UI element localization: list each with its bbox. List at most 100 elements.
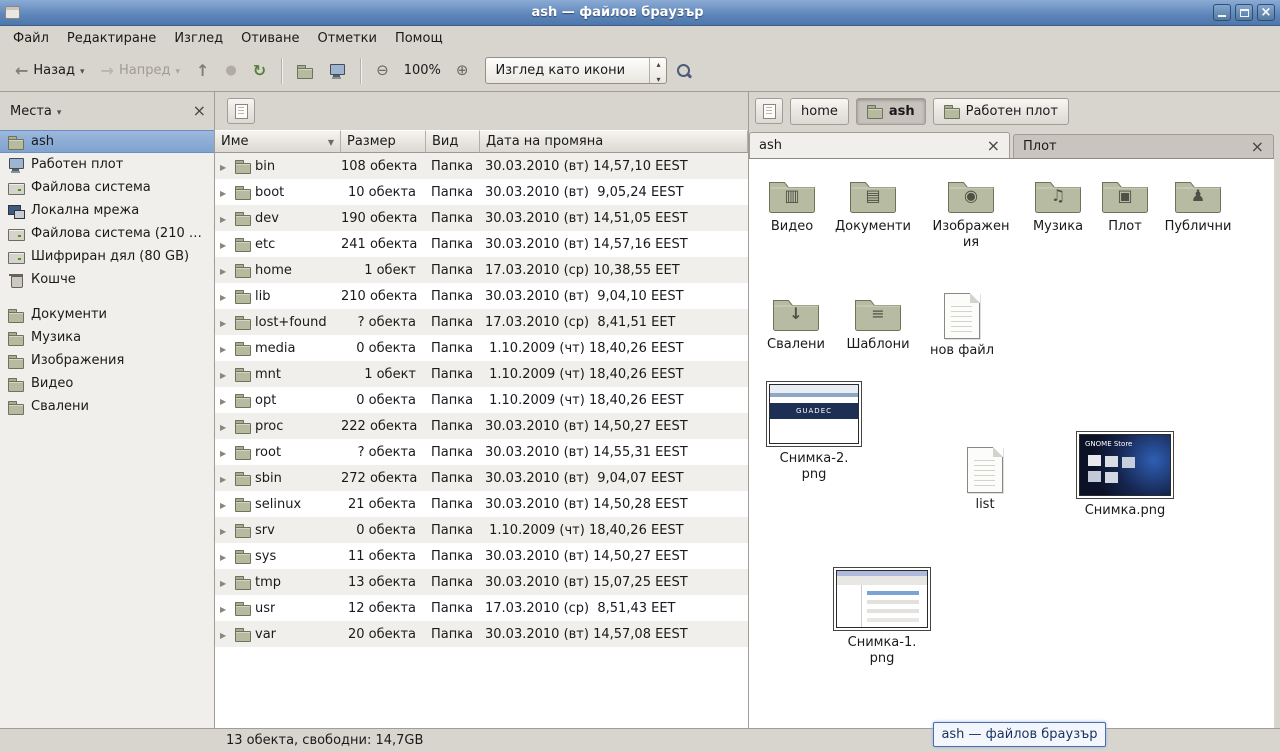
- icon-view-item[interactable]: list: [940, 447, 1030, 513]
- sidebar-item[interactable]: Изображения: [0, 349, 214, 372]
- expander-icon[interactable]: [220, 498, 231, 511]
- expander-icon[interactable]: [220, 420, 231, 433]
- expander-icon[interactable]: [220, 212, 231, 225]
- tree-pane-button[interactable]: [227, 98, 255, 124]
- sidebar-item[interactable]: Музика: [0, 326, 214, 349]
- path-button[interactable]: home: [790, 98, 849, 125]
- menu-item[interactable]: Отметки: [308, 28, 385, 49]
- icon-view-item[interactable]: Видео: [749, 175, 837, 235]
- sidebar-item[interactable]: Локална мрежа: [0, 199, 214, 222]
- sidebar-item[interactable]: Свалени: [0, 395, 214, 418]
- expander-icon[interactable]: [220, 524, 231, 537]
- home-button[interactable]: [290, 58, 320, 84]
- table-row[interactable]: etc 241 обекта Папка 30.03.2010 (вт) 14,…: [215, 231, 748, 257]
- view-mode-select[interactable]: Изглед като икони: [485, 57, 667, 84]
- menu-item[interactable]: Изглед: [165, 28, 232, 49]
- column-header-date[interactable]: Дата на промяна: [480, 130, 748, 153]
- path-pane-button[interactable]: [755, 98, 783, 124]
- places-dropdown-icon[interactable]: [57, 105, 62, 118]
- tab-close-icon[interactable]: [987, 138, 1000, 154]
- expander-icon[interactable]: [220, 368, 231, 381]
- table-row[interactable]: home 1 обект Папка 17.03.2010 (ср) 10,38…: [215, 257, 748, 283]
- expander-icon[interactable]: [220, 186, 231, 199]
- icon-view[interactable]: Видео Документи Изображен ия: [749, 158, 1274, 728]
- icon-view-item[interactable]: Снимка-1. png: [837, 567, 927, 666]
- column-header-type[interactable]: Вид: [426, 130, 480, 153]
- icon-view-item[interactable]: GNOME Store Снимка.png: [1080, 431, 1170, 519]
- sidebar-close-icon[interactable]: [193, 103, 206, 119]
- path-button[interactable]: Работен плот: [933, 98, 1069, 125]
- forward-button[interactable]: Напред: [94, 58, 187, 84]
- expander-icon[interactable]: [220, 160, 231, 173]
- zoom-out-button[interactable]: [369, 58, 396, 83]
- maximize-button[interactable]: [1235, 4, 1253, 21]
- table-row[interactable]: root ? обекта Папка 30.03.2010 (вт) 14,5…: [215, 439, 748, 465]
- tab[interactable]: ash: [749, 132, 1010, 158]
- path-button[interactable]: ash: [856, 98, 926, 125]
- table-row[interactable]: usr 12 обекта Папка 17.03.2010 (ср) 8,51…: [215, 595, 748, 621]
- menu-item[interactable]: Отиване: [232, 28, 308, 49]
- table-row[interactable]: lib 210 обекта Папка 30.03.2010 (вт) 9,0…: [215, 283, 748, 309]
- icon-view-item[interactable]: Документи: [828, 175, 918, 235]
- expander-icon[interactable]: [220, 290, 231, 303]
- table-row[interactable]: proc 222 обекта Папка 30.03.2010 (вт) 14…: [215, 413, 748, 439]
- icon-view-item[interactable]: Изображен ия: [926, 175, 1016, 250]
- expander-icon[interactable]: [220, 394, 231, 407]
- table-row[interactable]: srv 0 обекта Папка 1.10.2009 (чт) 18,40,…: [215, 517, 748, 543]
- expander-icon[interactable]: [220, 472, 231, 485]
- expander-icon[interactable]: [220, 446, 231, 459]
- search-button[interactable]: [669, 58, 699, 84]
- expander-icon[interactable]: [220, 238, 231, 251]
- menu-item[interactable]: Файл: [4, 28, 58, 49]
- sidebar-item[interactable]: Видео: [0, 372, 214, 395]
- expander-icon[interactable]: [220, 628, 231, 641]
- taskbar-window-button[interactable]: ash — файлов браузър: [933, 722, 1106, 747]
- close-button[interactable]: [1257, 4, 1275, 21]
- expander-icon[interactable]: [220, 316, 231, 329]
- table-row[interactable]: sbin 272 обекта Папка 30.03.2010 (вт) 9,…: [215, 465, 748, 491]
- sidebar-item[interactable]: ash: [0, 130, 214, 153]
- sidebar-item[interactable]: Кошче: [0, 268, 214, 291]
- back-history-dropdown-icon[interactable]: [80, 64, 85, 77]
- computer-button[interactable]: [322, 58, 352, 84]
- icon-view-item[interactable]: GUADEC Снимка-2. png: [769, 381, 859, 482]
- view-mode-spinner-icon[interactable]: [649, 58, 666, 83]
- expander-icon[interactable]: [220, 576, 231, 589]
- expander-icon[interactable]: [220, 550, 231, 563]
- reload-button[interactable]: [246, 58, 273, 84]
- sidebar-item[interactable]: Работен плот: [0, 153, 214, 176]
- sidebar-item[interactable]: Шифриран дял (80 GB): [0, 245, 214, 268]
- table-row[interactable]: opt 0 обекта Папка 1.10.2009 (чт) 18,40,…: [215, 387, 748, 413]
- column-header-name[interactable]: Име: [215, 130, 341, 153]
- column-header-size[interactable]: Размер: [341, 130, 426, 153]
- table-row[interactable]: boot 10 обекта Папка 30.03.2010 (вт) 9,0…: [215, 179, 748, 205]
- table-row[interactable]: bin 108 обекта Папка 30.03.2010 (вт) 14,…: [215, 153, 748, 179]
- expander-icon[interactable]: [220, 602, 231, 615]
- tab[interactable]: Плот: [1013, 134, 1274, 158]
- minimize-button[interactable]: [1213, 4, 1231, 21]
- table-row[interactable]: mnt 1 обект Папка 1.10.2009 (чт) 18,40,2…: [215, 361, 748, 387]
- back-button[interactable]: Назад: [8, 58, 92, 84]
- icon-view-item[interactable]: Публични: [1153, 175, 1243, 235]
- zoom-in-button[interactable]: [449, 58, 476, 83]
- sidebar-item[interactable]: Файлова система: [0, 176, 214, 199]
- sidebar-item[interactable]: Документи: [0, 303, 214, 326]
- table-row[interactable]: selinux 21 обекта Папка 30.03.2010 (вт) …: [215, 491, 748, 517]
- forward-history-dropdown-icon[interactable]: [175, 64, 180, 77]
- places-selector[interactable]: Места: [10, 104, 52, 119]
- table-row[interactable]: var 20 обекта Папка 30.03.2010 (вт) 14,5…: [215, 621, 748, 647]
- table-row[interactable]: sys 11 обекта Папка 30.03.2010 (вт) 14,5…: [215, 543, 748, 569]
- icon-view-item[interactable]: нов файл: [917, 293, 1007, 359]
- icon-view-item[interactable]: Шаблони: [833, 293, 923, 353]
- table-row[interactable]: tmp 13 обекта Папка 30.03.2010 (вт) 15,0…: [215, 569, 748, 595]
- expander-icon[interactable]: [220, 342, 231, 355]
- table-row[interactable]: dev 190 обекта Папка 30.03.2010 (вт) 14,…: [215, 205, 748, 231]
- menu-item[interactable]: Редактиране: [58, 28, 165, 49]
- sidebar-item[interactable]: Файлова система (210 MB): [0, 222, 214, 245]
- table-row[interactable]: lost+found ? обекта Папка 17.03.2010 (ср…: [215, 309, 748, 335]
- stop-button[interactable]: [218, 59, 243, 82]
- up-button[interactable]: [189, 58, 216, 84]
- icon-view-item[interactable]: Свалени: [751, 293, 841, 353]
- tab-close-icon[interactable]: [1251, 139, 1264, 155]
- expander-icon[interactable]: [220, 264, 231, 277]
